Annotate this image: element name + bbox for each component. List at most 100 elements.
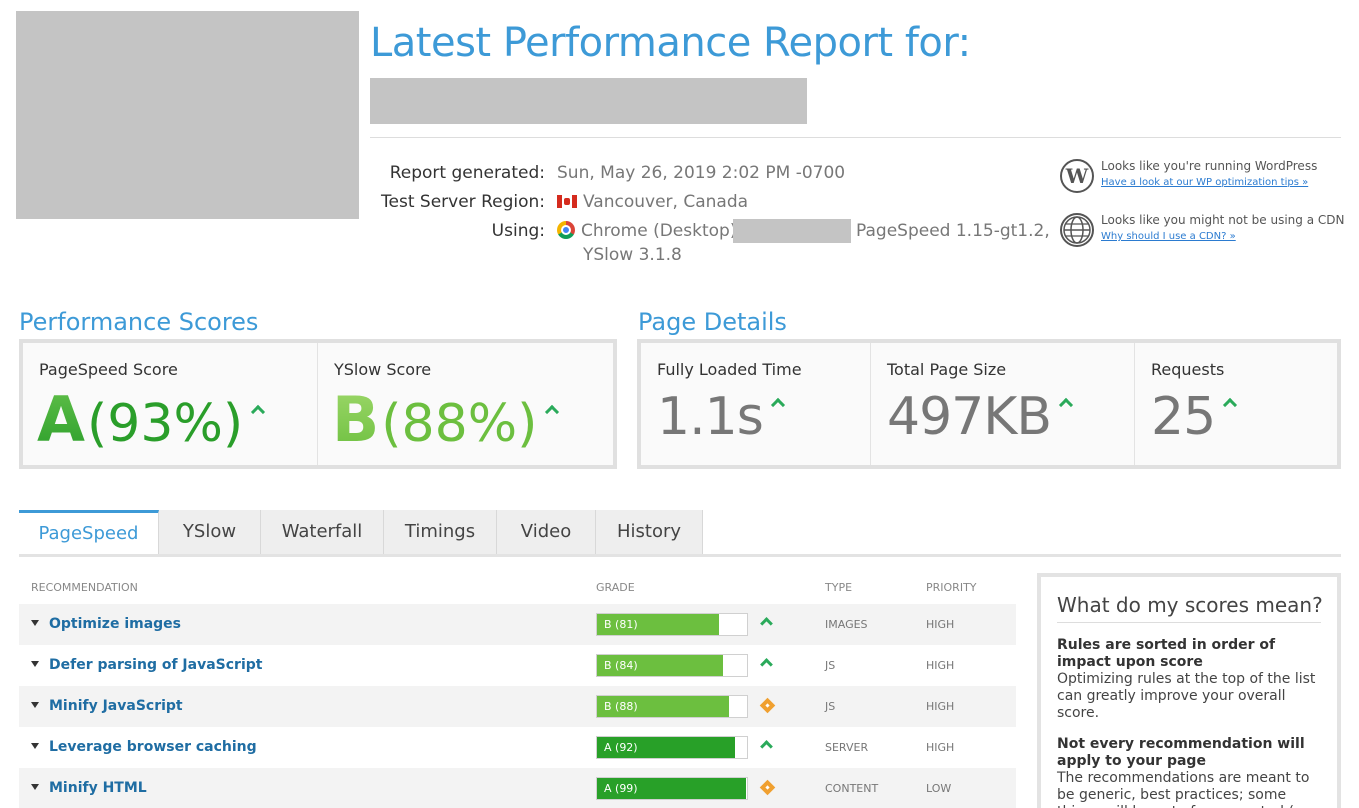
recommendation-type: SERVER: [825, 741, 869, 754]
header-divider: [370, 137, 1341, 138]
using-label: Using:: [491, 221, 545, 241]
test-region-label-wrap: Test Server Region:: [370, 192, 545, 214]
table-row[interactable]: Leverage browser caching A (92) SERVER HIGH: [19, 727, 1016, 768]
expand-caret-icon[interactable]: [31, 702, 39, 708]
table-row[interactable]: Defer parsing of JavaScript B (84) JS HIGH: [19, 645, 1016, 686]
up-arrow-icon: [760, 658, 773, 671]
fully-loaded-label: Fully Loaded Time: [657, 360, 802, 379]
recommendation-priority: HIGH: [926, 659, 955, 672]
expand-caret-icon[interactable]: [31, 620, 39, 626]
recommendation-name[interactable]: Optimize images: [31, 616, 181, 632]
fully-loaded-number: 1.1s: [657, 387, 764, 447]
table-row[interactable]: Minify HTML A (99) CONTENT LOW: [19, 768, 1016, 808]
page-title: Latest Performance Report for:: [370, 20, 971, 66]
page-size-label: Total Page Size: [887, 360, 1007, 379]
recommendation-priority: HIGH: [926, 618, 955, 631]
tab-history[interactable]: History: [596, 510, 703, 554]
scores-help-heading-1: Rules are sorted in order of impact upon…: [1057, 637, 1276, 670]
up-arrow-icon: [770, 397, 785, 413]
page-size-card: Total Page Size 497KB: [871, 343, 1135, 465]
tab-timings[interactable]: Timings: [384, 510, 497, 554]
table-row[interactable]: Optimize images B (81) IMAGES HIGH: [19, 604, 1016, 645]
expand-caret-icon[interactable]: [31, 784, 39, 790]
report-generated-value: Sun, May 26, 2019 2:02 PM -0700: [557, 163, 846, 183]
recommendation-label[interactable]: Defer parsing of JavaScript: [49, 657, 262, 673]
fully-loaded-value: 1.1s: [657, 387, 785, 447]
recommendation-label[interactable]: Minify HTML: [49, 780, 147, 796]
chrome-icon: [557, 221, 575, 239]
recommendation-priority: HIGH: [926, 741, 955, 754]
wordpress-tips-link[interactable]: Have a look at our WP optimization tips …: [1101, 177, 1308, 188]
col-header-recommendation[interactable]: RECOMMENDATION: [31, 581, 138, 594]
recommendation-type: JS: [825, 700, 836, 713]
requests-number: 25: [1151, 387, 1216, 447]
expand-caret-icon[interactable]: [31, 661, 39, 667]
pagespeed-score: A (93%): [37, 383, 266, 456]
using-versions-2: YSlow 3.1.8: [583, 245, 682, 265]
performance-scores-title: Performance Scores: [19, 308, 259, 336]
grade-bar-fill: B (88): [597, 696, 729, 717]
grade-bar: B (84): [596, 654, 748, 677]
tab-video[interactable]: Video: [497, 510, 596, 554]
pagespeed-percent: (93%): [86, 394, 244, 454]
col-header-grade[interactable]: GRADE: [596, 581, 635, 594]
requests-card: Requests 25: [1135, 343, 1337, 465]
using-label-wrap: Using:: [370, 221, 545, 243]
expand-caret-icon[interactable]: [31, 743, 39, 749]
recommendation-type: CONTENT: [825, 782, 879, 795]
recommendation-name[interactable]: Minify JavaScript: [31, 698, 183, 714]
recommendation-label[interactable]: Optimize images: [49, 616, 181, 632]
test-region-label: Test Server Region:: [381, 192, 545, 212]
grade-bar: A (92): [596, 736, 748, 759]
col-header-type[interactable]: TYPE: [825, 581, 852, 594]
pagespeed-grade: A: [37, 383, 85, 456]
recommendation-name[interactable]: Defer parsing of JavaScript: [31, 657, 262, 673]
site-thumbnail: [16, 11, 359, 219]
report-url[interactable]: [370, 78, 807, 124]
recommendation-name[interactable]: Leverage browser caching: [31, 739, 257, 755]
tabs-divider: [19, 554, 1341, 557]
recommendation-name[interactable]: Minify HTML: [31, 780, 147, 796]
tab-waterfall[interactable]: Waterfall: [261, 510, 384, 554]
report-tabs: PageSpeed YSlow Waterfall Timings Video …: [19, 510, 703, 554]
up-arrow-icon: [545, 404, 560, 420]
fully-loaded-card: Fully Loaded Time 1.1s: [641, 343, 871, 465]
cdn-info-link[interactable]: Why should I use a CDN? »: [1101, 231, 1236, 242]
recommendation-type: JS: [825, 659, 836, 672]
tab-yslow[interactable]: YSlow: [159, 510, 261, 554]
requests-value: 25: [1151, 387, 1238, 447]
grade-bar: B (88): [596, 695, 748, 718]
recommendation-priority: HIGH: [926, 700, 955, 713]
grade-bar: A (99): [596, 777, 748, 800]
warning-diamond-icon: [759, 779, 776, 796]
wordpress-notice-text: Looks like you're running WordPress: [1101, 159, 1318, 173]
grade-bar-fill: A (92): [597, 737, 735, 758]
page-size-number: 497KB: [887, 387, 1052, 447]
recommendation-type: IMAGES: [825, 618, 868, 631]
scores-help-text-1: Optimizing rules at the top of the list …: [1057, 671, 1316, 721]
page-size-value: 497KB: [887, 387, 1074, 447]
recommendation-label[interactable]: Leverage browser caching: [49, 739, 257, 755]
page-details-panel: Fully Loaded Time 1.1s Total Page Size 4…: [637, 339, 1341, 469]
globe-icon: [1060, 213, 1094, 247]
wordpress-icon: W: [1060, 159, 1094, 193]
yslow-score: B (88%): [332, 383, 560, 456]
tab-pagespeed[interactable]: PageSpeed: [19, 510, 159, 554]
performance-scores-panel: PageSpeed Score A (93%) YSlow Score B (8…: [19, 339, 617, 469]
pagespeed-score-card: PageSpeed Score A (93%): [23, 343, 318, 465]
test-region-text: Vancouver, Canada: [583, 192, 749, 212]
yslow-percent: (88%): [381, 394, 538, 454]
pagespeed-score-label: PageSpeed Score: [39, 360, 178, 379]
table-row[interactable]: Minify JavaScript B (88) JS HIGH: [19, 686, 1016, 727]
canada-flag-icon: [557, 195, 577, 208]
scores-help-panel: What do my scores mean? Rules are sorted…: [1037, 573, 1341, 808]
col-header-priority[interactable]: PRIORITY: [926, 581, 977, 594]
yslow-score-label: YSlow Score: [334, 360, 432, 379]
grade-bar-fill: B (84): [597, 655, 723, 676]
test-region-value: Vancouver, Canada: [557, 192, 748, 212]
recommendation-label[interactable]: Minify JavaScript: [49, 698, 183, 714]
using-versions: PageSpeed 1.15-gt1.2,: [856, 221, 1050, 241]
redacted-version: [733, 219, 851, 243]
cdn-notice-text: Looks like you might not be using a CDN: [1101, 213, 1345, 227]
grade-bar-fill: A (99): [597, 778, 746, 799]
